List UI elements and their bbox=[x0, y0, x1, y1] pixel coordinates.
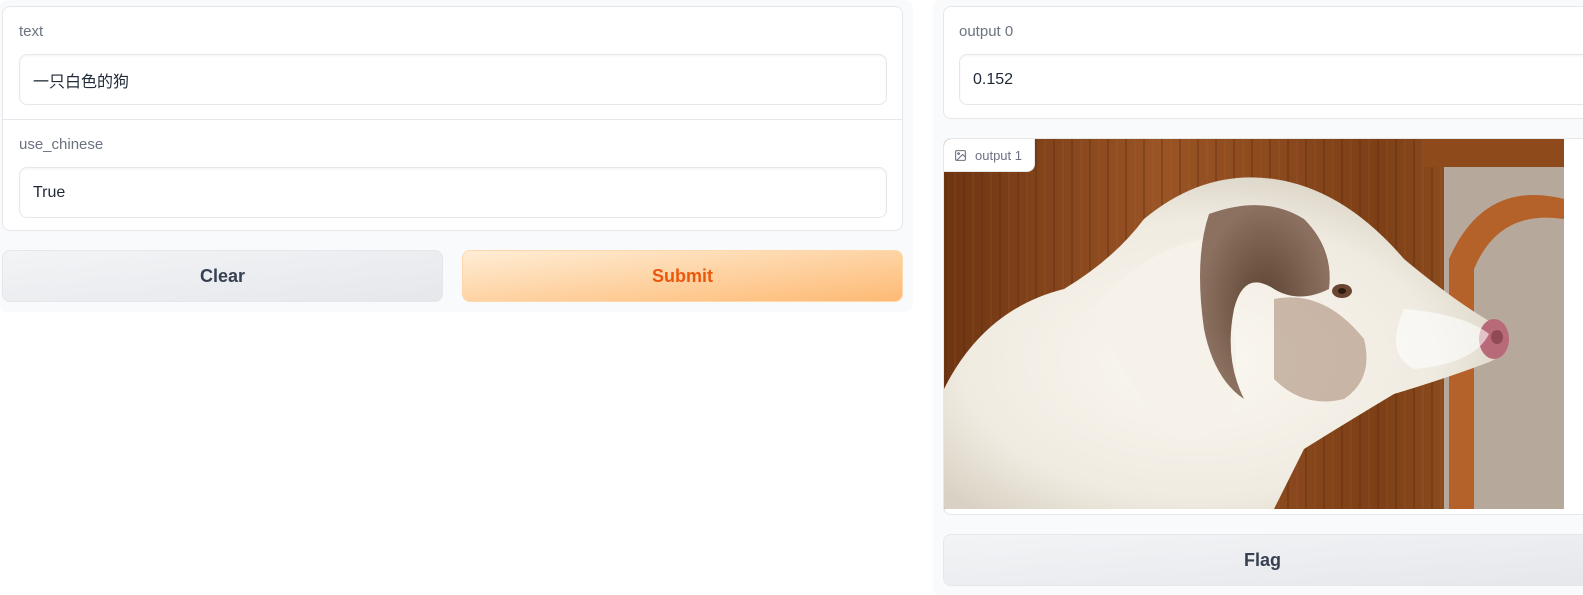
text-label: text bbox=[19, 23, 44, 40]
input-panel: text 一只白色的狗 use_chinese True bbox=[2, 6, 903, 231]
output-1-badge: output 1 bbox=[944, 139, 1035, 172]
text-input[interactable]: 一只白色的狗 bbox=[19, 54, 887, 105]
use-chinese-field-block: use_chinese True bbox=[3, 119, 902, 230]
output-0-value[interactable]: 0.152 bbox=[959, 54, 1583, 105]
input-column: text 一只白色的狗 use_chinese True Clear Submi… bbox=[0, 0, 913, 312]
clear-button[interactable]: Clear bbox=[2, 250, 443, 302]
image-icon bbox=[954, 149, 967, 162]
submit-button[interactable]: Submit bbox=[462, 250, 903, 302]
output-0-label: output 0 bbox=[959, 23, 1014, 40]
output-1-label: output 1 bbox=[975, 147, 1022, 163]
text-field-block: text 一只白色的狗 bbox=[3, 7, 902, 119]
use-chinese-label: use_chinese bbox=[19, 136, 104, 153]
flag-button[interactable]: Flag bbox=[943, 534, 1583, 586]
output-1-panel: output 1 bbox=[943, 138, 1583, 515]
output-column: output 0 0.152 output 1 Flag bbox=[933, 0, 1583, 595]
output-0-panel: output 0 0.152 bbox=[943, 6, 1583, 119]
output-1-image bbox=[944, 139, 1564, 509]
use-chinese-input[interactable]: True bbox=[19, 167, 887, 218]
